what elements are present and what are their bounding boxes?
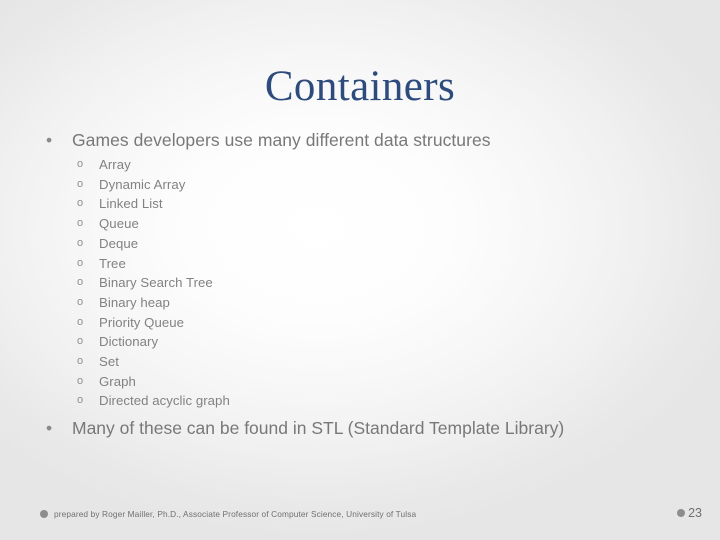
- list-item-label: Queue: [99, 216, 139, 232]
- list-item: o Binary heap: [76, 293, 680, 313]
- bullet-item-primary: • Games developers use many different da…: [40, 128, 680, 152]
- sub-bullet-list: o Array o Dynamic Array o Linked List o …: [40, 155, 680, 411]
- list-item-label: Linked List: [99, 196, 163, 212]
- sub-bullet-marker-icon: o: [77, 315, 84, 328]
- list-item: o Deque: [76, 234, 680, 254]
- sub-bullet-marker-icon: o: [77, 355, 84, 368]
- bullet-item-primary: • Many of these can be found in STL (Sta…: [40, 416, 640, 440]
- slide-footer: prepared by Roger Mailler, Ph.D., Associ…: [40, 508, 416, 520]
- list-item: o Array: [76, 155, 680, 175]
- sub-bullet-marker-icon: o: [77, 335, 84, 348]
- sub-bullet-marker-icon: o: [77, 236, 84, 249]
- list-item: o Dynamic Array: [76, 175, 680, 195]
- list-item-label: Graph: [99, 373, 136, 389]
- sub-bullet-marker-icon: o: [77, 394, 84, 407]
- slide-number: 23: [677, 506, 702, 520]
- slide-canvas: Containers • Games developers use many d…: [0, 0, 720, 540]
- slide-body: • Games developers use many different da…: [40, 128, 680, 411]
- list-item: o Dictionary: [76, 332, 680, 352]
- filled-circle-icon: [40, 510, 48, 518]
- page-title: Containers: [264, 63, 456, 110]
- list-item: o Binary Search Tree: [76, 273, 680, 293]
- list-item-label: Set: [99, 354, 119, 370]
- page-number-text: 23: [688, 506, 702, 520]
- list-item: o Queue: [76, 214, 680, 234]
- list-item-label: Dynamic Array: [99, 176, 186, 192]
- list-item-label: Binary heap: [99, 294, 170, 310]
- list-item: o Graph: [76, 372, 680, 392]
- sub-bullet-marker-icon: o: [77, 374, 84, 387]
- sub-bullet-marker-icon: o: [77, 256, 84, 269]
- footer-credit-text: prepared by Roger Mailler, Ph.D., Associ…: [54, 509, 417, 519]
- sub-bullet-marker-icon: o: [77, 276, 84, 289]
- list-item: o Tree: [76, 254, 680, 274]
- list-item-label: Array: [99, 157, 131, 172]
- sub-bullet-marker-icon: o: [77, 177, 84, 190]
- bullet-text: Games developers use many different data…: [72, 130, 491, 150]
- list-item: o Priority Queue: [76, 313, 680, 333]
- bullet-text: Many of these can be found in STL (Stand…: [72, 418, 565, 438]
- list-item-label: Priority Queue: [99, 314, 184, 330]
- list-item: o Linked List: [76, 194, 680, 214]
- list-item-label: Deque: [99, 235, 139, 251]
- list-item: o Set: [76, 352, 680, 372]
- sub-bullet-marker-icon: o: [77, 295, 84, 308]
- bullet-marker-icon: •: [46, 130, 53, 150]
- list-item-label: Directed acyclic graph: [99, 393, 230, 409]
- filled-circle-icon: [677, 509, 686, 517]
- sub-bullet-marker-icon: o: [77, 197, 84, 210]
- bullet-marker-icon: •: [46, 418, 53, 438]
- list-item-label: Binary Search Tree: [99, 275, 213, 291]
- list-item-label: Tree: [99, 255, 126, 271]
- sub-bullet-marker-icon: o: [77, 217, 84, 230]
- list-item: o Directed acyclic graph: [76, 391, 680, 411]
- list-item-label: Dictionary: [99, 334, 159, 350]
- sub-bullet-marker-icon: o: [77, 158, 84, 170]
